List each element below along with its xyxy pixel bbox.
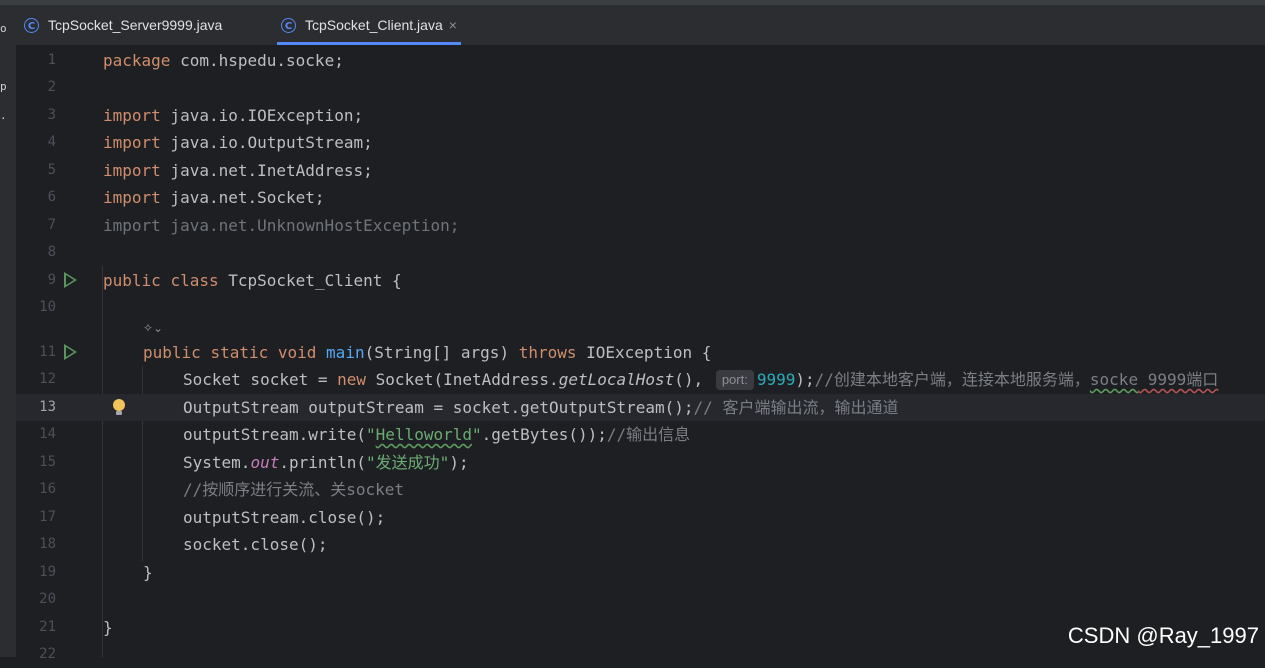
- code-line: 5 import java.net.InetAddress;: [16, 157, 1265, 184]
- close-icon[interactable]: ×: [449, 17, 457, 33]
- line-number: 17: [39, 509, 56, 525]
- code-line-current: 13 OutputStream outputStream = socket.ge…: [16, 394, 1265, 421]
- active-tab-indicator: [277, 42, 461, 45]
- ai-assistant-icon[interactable]: ✧⌄: [143, 321, 163, 335]
- watermark: CSDN @Ray_1997: [1067, 623, 1259, 648]
- code-line: 3 import java.io.IOException;: [16, 102, 1265, 129]
- code-line: 1 package com.hspedu.socke;: [16, 47, 1265, 74]
- code-line: 12 Socket socket = new Socket(InetAddres…: [16, 366, 1265, 393]
- line-number: 2: [47, 79, 56, 95]
- code-text: import java.net.InetAddress;: [103, 161, 373, 180]
- line-number: 22: [39, 646, 56, 662]
- code-text: }: [143, 563, 153, 582]
- code-editor[interactable]: ✧⌄ 1 package com.hspedu.socke; 2 3 impor…: [16, 46, 1265, 662]
- editor-tab-bar: C TcpSocket_Server9999.java C TcpSocket_…: [16, 5, 1265, 46]
- code-line: 20: [16, 586, 1265, 613]
- code-line: 2: [16, 74, 1265, 101]
- tab-tcpsocket-client[interactable]: C TcpSocket_Client.java ×: [277, 5, 461, 45]
- line-number: 15: [39, 454, 56, 470]
- code-text: import java.net.Socket;: [103, 188, 325, 207]
- run-icon[interactable]: [64, 272, 77, 288]
- code-line: 11 public static void main(String[] args…: [16, 339, 1265, 366]
- line-number: 7: [47, 217, 56, 233]
- line-number: 12: [39, 371, 56, 387]
- code-text: }: [103, 618, 113, 637]
- code-line: 14 outputStream.write("Helloworld".getBy…: [16, 421, 1265, 448]
- line-number: 3: [47, 107, 56, 123]
- line-number: 11: [39, 344, 56, 360]
- code-line: 7 import java.net.UnknownHostException;: [16, 212, 1265, 239]
- rail-glyph[interactable]: .: [0, 109, 7, 122]
- line-number: 18: [39, 536, 56, 552]
- java-class-icon: C: [281, 17, 296, 33]
- code-text: package com.hspedu.socke;: [103, 51, 344, 70]
- code-text: Socket socket = new Socket(InetAddress.g…: [183, 370, 1219, 390]
- code-text: import java.io.OutputStream;: [103, 133, 373, 152]
- parameter-hint: port:: [715, 370, 754, 390]
- rail-glyph[interactable]: p: [0, 80, 7, 93]
- tab-label: TcpSocket_Server9999.java: [48, 17, 223, 33]
- code-line: 9 public class TcpSocket_Client {: [16, 267, 1265, 294]
- code-line: 10: [16, 294, 1265, 321]
- rail-glyph[interactable]: o: [0, 22, 7, 35]
- line-number: 16: [39, 481, 56, 497]
- line-number: 21: [39, 619, 56, 635]
- code-text: public class TcpSocket_Client {: [103, 271, 402, 290]
- line-number: 5: [47, 162, 56, 178]
- code-text: public static void main(String[] args) t…: [143, 343, 712, 362]
- line-number: 13: [39, 399, 56, 415]
- code-line: 16 //按顺序进行关流、关socket: [16, 476, 1265, 503]
- code-line: 17 outputStream.close();: [16, 504, 1265, 531]
- code-text: outputStream.close();: [183, 508, 386, 527]
- line-number: 19: [39, 564, 56, 580]
- line-number: 14: [39, 426, 56, 442]
- code-text: OutputStream outputStream = socket.getOu…: [183, 398, 899, 417]
- code-line: 4 import java.io.OutputStream;: [16, 129, 1265, 156]
- run-icon[interactable]: [64, 344, 77, 360]
- code-line: 19 }: [16, 559, 1265, 586]
- code-text: socket.close();: [183, 535, 328, 554]
- unused-import: import java.net.UnknownHostException;: [103, 216, 460, 235]
- code-text: System.out.println("发送成功");: [183, 453, 469, 472]
- code-text: import java.io.IOException;: [103, 106, 364, 125]
- code-line: 18 socket.close();: [16, 531, 1265, 558]
- line-number: 20: [39, 591, 56, 607]
- line-number: 9: [47, 272, 56, 288]
- code-line: 8: [16, 239, 1265, 266]
- code-line: 15 System.out.println("发送成功");: [16, 449, 1265, 476]
- code-text: outputStream.write("Helloworld".getBytes…: [183, 425, 691, 444]
- line-number: 10: [39, 299, 56, 315]
- line-number: 1: [47, 52, 56, 68]
- code-comment: //按顺序进行关流、关socket: [183, 480, 405, 499]
- left-tool-rail: o p .: [0, 5, 17, 657]
- tab-tcpsocket-server[interactable]: C TcpSocket_Server9999.java: [24, 5, 222, 45]
- tab-label: TcpSocket_Client.java: [305, 17, 443, 33]
- code-line: 6 import java.net.Socket;: [16, 184, 1265, 211]
- line-number: 6: [47, 189, 56, 205]
- line-number: 4: [47, 134, 56, 150]
- java-class-icon: C: [24, 17, 39, 33]
- intention-bulb-icon[interactable]: [113, 399, 125, 415]
- line-number: 8: [47, 244, 56, 260]
